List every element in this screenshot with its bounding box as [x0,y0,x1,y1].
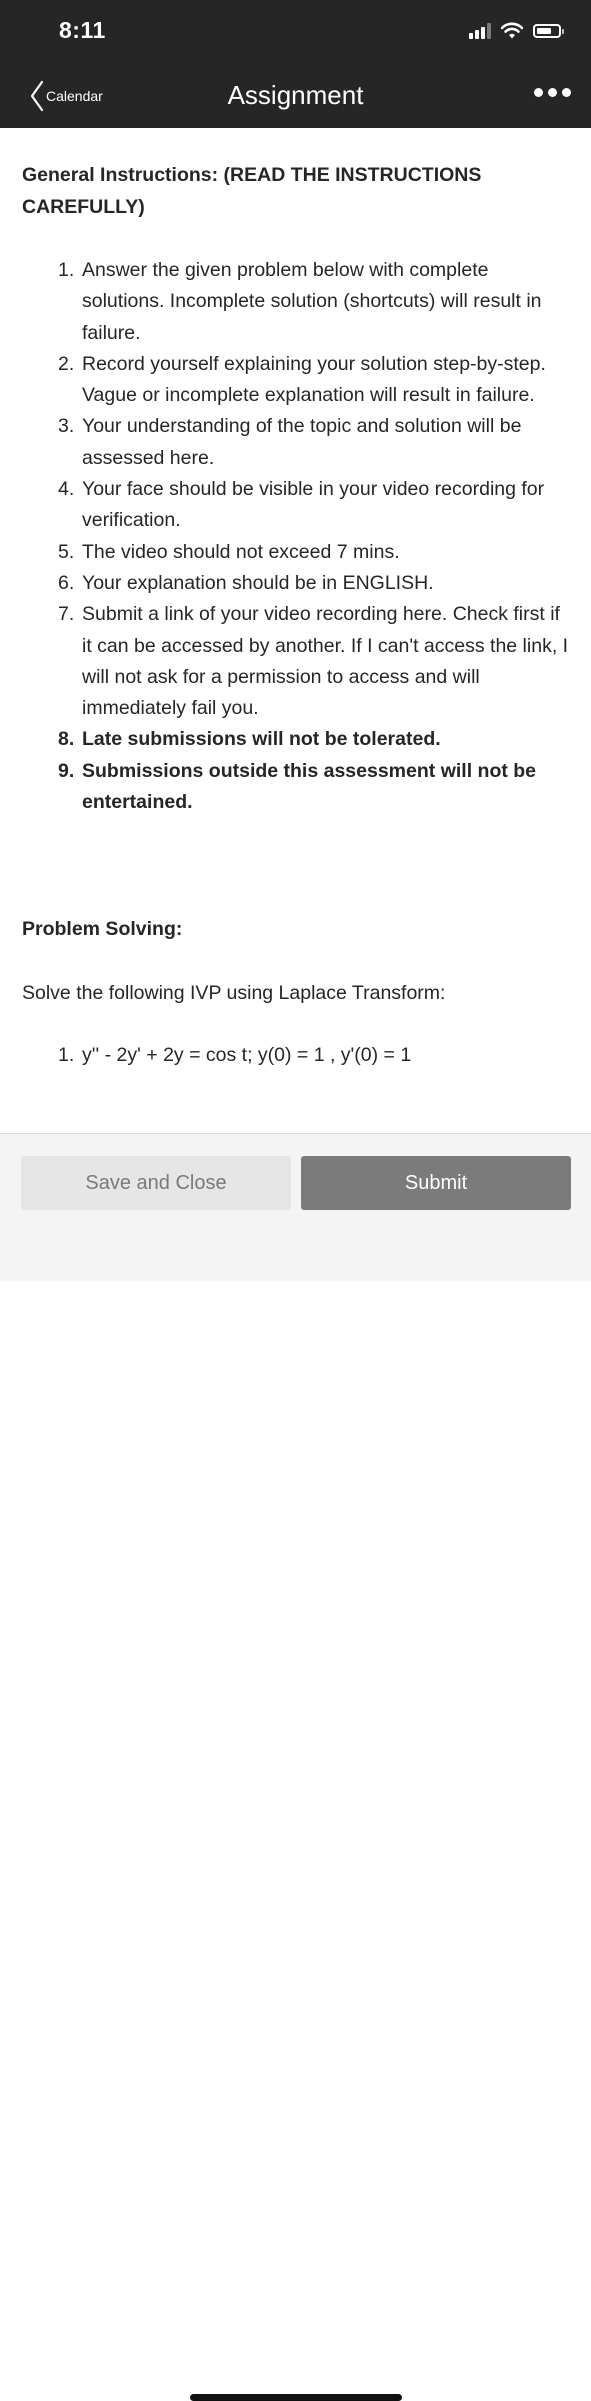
instruction-item: 5. The video should not exceed 7 mins. [58,540,400,563]
instruction-item: 8. Late submissions will not be tolerated… [58,728,441,751]
instruction-item: 4. Your face should be visible in your vi… [58,478,545,532]
instructions-list: 1. Answer the given problem below with co… [22,255,570,818]
action-bar: Save and Close Submit [0,1133,591,2401]
status-time: 8:11 [59,17,106,43]
wifi-icon [501,22,523,39]
instruction-item: 7. Submit a link of your video recording … [58,603,569,720]
cellular-signal-icon [469,22,491,39]
status-bar: 8:11 [0,0,591,64]
instruction-item: 3. Your understanding of the topic and so… [58,415,522,469]
system-icons [469,22,564,39]
instruction-item: 6. Your explanation should be in ENGLISH. [58,571,434,594]
problem-heading: Problem Solving: [22,918,183,940]
battery-icon [533,23,564,38]
instruction-item: 2. Record yourself explaining your soluti… [58,352,546,407]
save-and-close-button[interactable]: Save and Close [21,1156,291,1210]
problem-item: 1. y'' - 2y' + 2y = cos t; y(0) = 1 , y'(… [58,1044,412,1066]
problem-intro: Solve the following IVP using Laplace Tr… [22,982,446,1004]
instruction-item: 1. Answer the given problem below with co… [58,259,542,344]
home-indicator[interactable] [190,2394,402,2401]
more-horizontal-icon [534,88,543,97]
more-options-button[interactable] [534,88,571,97]
instruction-item: 9. Submissions outside this assessment wi… [58,759,537,814]
instructions-heading: General Instructions: (READ THE INSTRUCT… [22,164,482,218]
navigation-bar: Calendar Assignment [0,64,591,128]
submit-button[interactable]: Submit [301,1156,571,1210]
problem-list: 1. y'' - 2y' + 2y = cos t; y(0) = 1 , y'(… [22,1039,411,1071]
page-title: Assignment [227,80,364,110]
